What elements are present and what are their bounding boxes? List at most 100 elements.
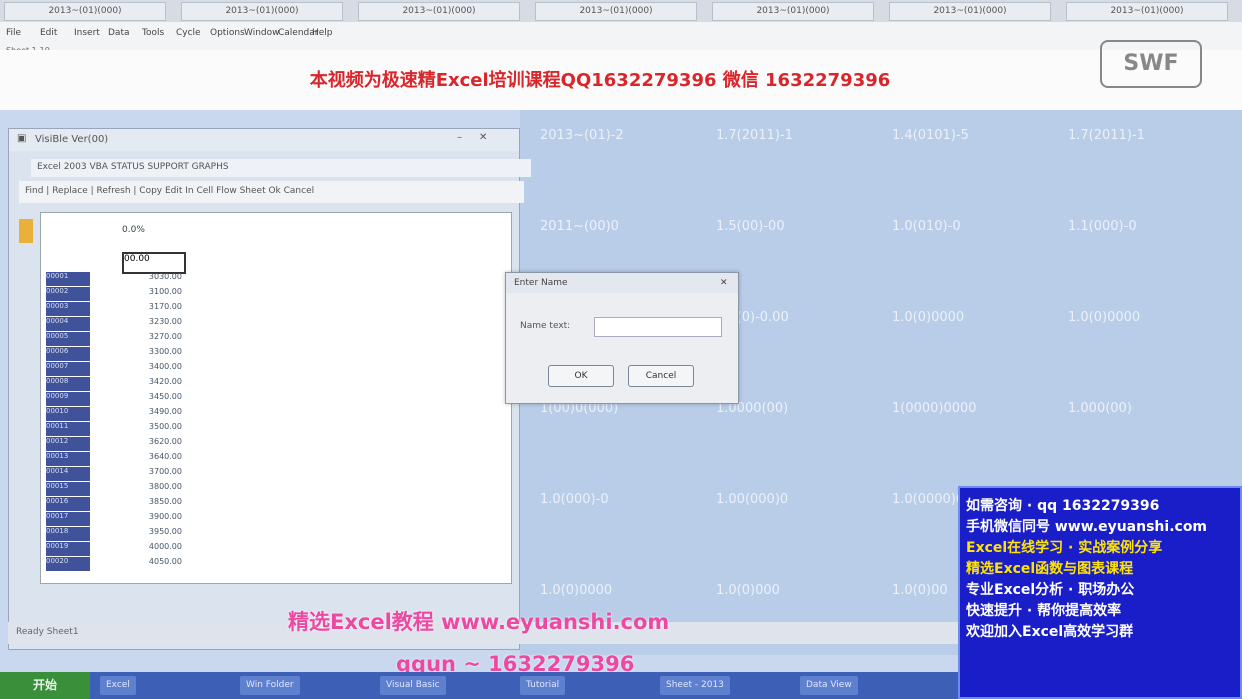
menu-item[interactable]: Help [312,28,333,38]
project-folder-icon[interactable] [19,219,33,243]
row-header: 00001 [46,272,90,286]
name-input[interactable] [594,317,722,337]
row-header: 00016 [46,497,90,511]
dialog-titlebar[interactable]: Enter Name ✕ [506,273,738,293]
table-row[interactable]: 00001 3030.00 [40,272,510,286]
subtitle-line-1: 精选Excel教程 www.eyuanshi.com [288,610,670,634]
row-header: 00014 [46,467,90,481]
dialog-title: Enter Name [514,278,568,288]
value-cell: 3640.00 [148,452,182,461]
background-cell: 2011~(00)0 [540,219,619,234]
promo-line: Excel在线学习 · 实战案例分享 [966,540,1163,556]
table-row[interactable]: 00014 3700.00 [40,467,510,481]
table-row[interactable]: 00018 3950.00 [40,527,510,541]
table-row[interactable]: 00005 3270.00 [40,332,510,346]
table-row[interactable]: 00004 3230.00 [40,317,510,331]
table-row[interactable]: 00015 3800.00 [40,482,510,496]
table-row[interactable]: 00012 3620.00 [40,437,510,451]
menu-item[interactable]: Data [108,28,130,38]
table-row[interactable]: 00002 3100.00 [40,287,510,301]
table-row[interactable]: 00003 3170.00 [40,302,510,316]
table-row[interactable]: 00007 3400.00 [40,362,510,376]
menu-item[interactable]: Cycle [176,28,201,38]
row-header: 00008 [46,377,90,391]
value-cell: 3950.00 [148,527,182,536]
table-row[interactable]: 00017 3900.00 [40,512,510,526]
table-row[interactable]: 00008 3420.00 [40,377,510,391]
row-header: 00020 [46,557,90,571]
menu-item[interactable]: File [6,28,21,38]
background-cell: 1.000(00) [1068,401,1132,416]
menu-item[interactable]: Insert [74,28,100,38]
value-cell: 3850.00 [148,497,182,506]
table-row[interactable]: 00006 3300.00 [40,347,510,361]
sheet-tab[interactable]: 2013~(01)(000) [535,2,697,21]
enter-name-dialog[interactable]: Enter Name ✕ Name text: OK Cancel [505,272,739,404]
menu-item[interactable]: Edit [40,28,57,38]
sheet-tab[interactable]: 2013~(01)(000) [181,2,343,21]
background-cell: 1.7(2011)-1 [1068,128,1145,143]
promo-line: 手机微信同号 www.eyuanshi.com [966,519,1208,535]
value-cell: 3700.00 [148,467,182,476]
background-cell: 1.0(010)-0 [892,219,961,234]
row-header: 00004 [46,317,90,331]
promo-line: 欢迎加入Excel高效学习群 [966,624,1134,640]
menu-item[interactable]: Window [244,28,280,38]
editor-titlebar[interactable]: ▣ VisiBle Ver(00) – ✕ [9,129,519,151]
editor-inner-title: Excel 2003 VBA STATUS SUPPORT GRAPHS [37,162,229,172]
table-row[interactable]: 00010 3490.00 [40,407,510,421]
background-cell: 1.1(000)-0 [1068,219,1137,234]
sheet-tab[interactable]: 2013~(01)(000) [4,2,166,21]
promo-panel: 如需咨询 · qq 1632279396 手机微信同号 www.eyuanshi.… [958,486,1242,699]
editor-inner-titlebar: Excel 2003 VBA STATUS SUPPORT GRAPHS [31,159,531,177]
window-icon: ▣ [17,133,27,144]
status-text: Ready Sheet1 [16,627,79,637]
close-icon[interactable]: ✕ [720,273,728,293]
sheet-tab[interactable]: 2013~(01)(000) [1066,2,1228,21]
selected-cell[interactable]: 00.00 [122,252,186,274]
ok-button[interactable]: OK [548,365,614,387]
value-cell: 3450.00 [148,392,182,401]
background-cell: 1.00(000)0 [716,492,789,507]
table-row[interactable]: 00011 3500.00 [40,422,510,436]
background-cell: 1.0(000)-0 [540,492,609,507]
value-cell: 3620.00 [148,437,182,446]
table-row[interactable]: 00016 3850.00 [40,497,510,511]
taskbar-item[interactable]: Excel [100,676,136,695]
background-cell: 1.0(0)0000 [1068,310,1141,325]
sheet-tab[interactable]: 2013~(01)(000) [889,2,1051,21]
taskbar-item[interactable]: Win Folder [240,676,300,695]
promo-line: 快速提升 · 帮你提高效率 [966,603,1122,619]
close-icon[interactable]: ✕ [479,132,487,143]
promo-line: 如需咨询 · qq 1632279396 [966,498,1160,514]
row-header: 00011 [46,422,90,436]
column-header: 0.0% [122,225,145,235]
background-cell: 1.0(0)0000 [892,310,965,325]
value-cell: 4000.00 [148,542,182,551]
table-row[interactable]: 00019 4000.00 [40,542,510,556]
toolbar-labels[interactable]: Find | Replace | Refresh | Copy Edit In … [25,186,314,196]
editor-toolbar[interactable]: Find | Replace | Refresh | Copy Edit In … [19,181,524,203]
sheet-tab[interactable]: 2013~(01)(000) [712,2,874,21]
taskbar-item[interactable]: Sheet - 2013 [660,676,730,695]
taskbar-item[interactable]: Visual Basic [380,676,446,695]
sheet-tab[interactable]: 2013~(01)(000) [358,2,520,21]
row-header: 00003 [46,302,90,316]
minimize-icon[interactable]: – [457,132,462,143]
menu-item[interactable]: Options [210,28,245,38]
promo-line: 专业Excel分析 · 职场办公 [966,582,1135,598]
row-header: 00005 [46,332,90,346]
table-row[interactable]: 00009 3450.00 [40,392,510,406]
start-button[interactable]: 开始 [0,672,90,699]
background-cell: 1(0000)0000 [892,401,977,416]
taskbar-item[interactable]: Data View [800,676,858,695]
cancel-button[interactable]: Cancel [628,365,694,387]
menu-item[interactable]: Tools [142,28,164,38]
table-row[interactable]: 00013 3640.00 [40,452,510,466]
row-header: 00015 [46,482,90,496]
table-row[interactable]: 00020 4050.00 [40,557,510,571]
row-header: 00009 [46,392,90,406]
value-cell: 3170.00 [148,302,182,311]
background-cell: 1.0(0)000 [716,583,780,598]
taskbar-item[interactable]: Tutorial [520,676,566,695]
